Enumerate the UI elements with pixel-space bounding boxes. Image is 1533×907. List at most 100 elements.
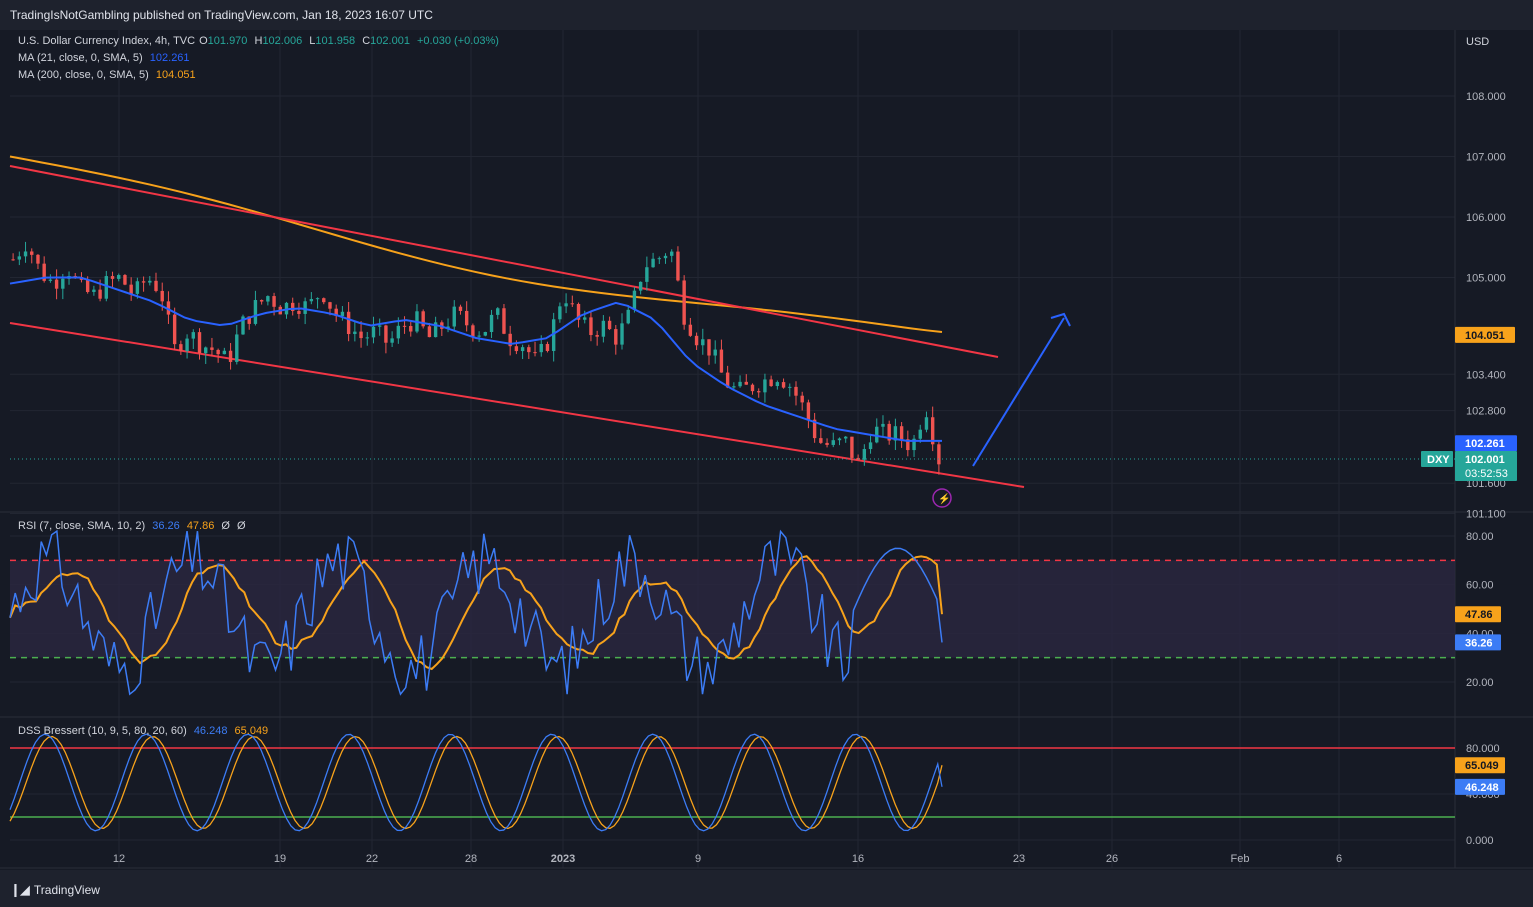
- candle-body: [452, 306, 456, 327]
- candle-body: [775, 382, 780, 387]
- candle-body: [520, 347, 525, 352]
- candle-body: [875, 426, 879, 443]
- grid-layer: [0, 30, 1533, 869]
- rsi-tick: 20.00: [1466, 677, 1494, 689]
- low-value: 101.958: [315, 35, 356, 47]
- axis-layer: USD 108.000 107.000 106.000 105.000 103.400 10…: [113, 36, 1517, 865]
- ma200-legend: MA (200, close, 0, SMA, 5) 104.051: [18, 69, 200, 81]
- dss-tick: 0.000: [1466, 835, 1494, 847]
- ma21-line: [9, 276, 942, 442]
- candle-body: [676, 251, 680, 281]
- rsi-ma-badge: 47.86: [1465, 609, 1493, 621]
- time-tick: Feb: [1231, 853, 1250, 865]
- candle-body: [937, 444, 941, 465]
- candle-body: [719, 349, 724, 373]
- rsi-ma-value: 47.86: [186, 520, 215, 532]
- publish-header: TradingIsNotGambling published on Tradin…: [0, 0, 1533, 30]
- price-pane: ⚡: [9, 155, 1455, 508]
- candle-body: [694, 335, 699, 346]
- candle-body: [85, 279, 90, 292]
- candle-body: [98, 289, 102, 299]
- ma21-legend: MA (21, close, 0, SMA, 5) 102.261: [18, 52, 194, 64]
- candle-body: [614, 329, 618, 345]
- candle-body: [92, 289, 96, 292]
- candle-body: [48, 279, 53, 281]
- change-value: +0.030 (+0.03%): [417, 35, 499, 47]
- candle-body: [315, 298, 320, 300]
- candle-body: [36, 254, 40, 264]
- price-legend: U.S. Dollar Currency Index, 4h, TVC O101.…: [18, 35, 499, 47]
- dss-signal-badge: 65.049: [1465, 760, 1499, 772]
- ma200-value: 104.051: [155, 69, 196, 81]
- candle-body: [620, 323, 624, 345]
- candle-body: [595, 335, 599, 337]
- dss-label: DSS Bressert (10, 9, 5, 80, 20, 60): [18, 725, 187, 737]
- rsi-pane: [9, 529, 1455, 696]
- candle-body: [61, 278, 65, 289]
- candle-body: [744, 381, 748, 385]
- candle-body: [309, 299, 314, 302]
- candle-body: [172, 314, 177, 345]
- chart-canvas[interactable]: ⚡ USD 108.000 107.000 106.000 105.000 103.400…: [0, 30, 1533, 870]
- dss-legend: DSS Bressert (10, 9, 5, 80, 20, 60) 46.2…: [18, 725, 272, 737]
- candle-body: [707, 339, 711, 356]
- dss-badge: 46.248: [1465, 782, 1499, 794]
- candle-body: [850, 436, 854, 458]
- candle-body: [409, 326, 413, 332]
- candle-body: [148, 280, 152, 283]
- candle-body: [197, 332, 202, 354]
- candle-body: [570, 303, 575, 305]
- footer: ❙◢ TradingView: [0, 870, 1533, 907]
- price-tick: 103.400: [1466, 369, 1506, 381]
- candle-body: [160, 290, 164, 302]
- candle-body: [427, 326, 432, 338]
- price-tick: 108.000: [1466, 91, 1506, 103]
- candle-body: [688, 324, 693, 336]
- candle-body: [185, 338, 189, 352]
- rsi-legend: RSI (7, close, SMA, 10, 2) 36.26 47.86 Ø…: [18, 520, 250, 532]
- candle-body: [682, 280, 686, 325]
- symbol-title: U.S. Dollar Currency Index, 4h, TVC: [18, 35, 196, 47]
- candle-body: [228, 350, 233, 362]
- ma200-badge: 104.051: [1465, 330, 1505, 342]
- time-tick: 26: [1106, 853, 1118, 865]
- price-currency-label: USD: [1466, 36, 1489, 48]
- candle-body: [713, 349, 717, 356]
- tradingview-logo-text: TradingView: [33, 883, 100, 897]
- candle-body: [558, 306, 562, 320]
- candle-body: [539, 343, 543, 353]
- rsi-label: RSI (7, close, SMA, 10, 2): [18, 520, 146, 532]
- time-tick: 2023: [551, 853, 575, 865]
- countdown-label: 03:52:53: [1465, 468, 1508, 480]
- price-tick: 101.100: [1466, 508, 1506, 520]
- ma21-badge: 102.261: [1465, 438, 1505, 450]
- dss-pane: [9, 733, 1455, 832]
- candle-body: [657, 258, 661, 260]
- candle-body: [527, 347, 531, 353]
- rsi-tick: 60.00: [1466, 580, 1494, 592]
- candle-body: [514, 346, 519, 352]
- time-tick: 23: [1013, 853, 1025, 865]
- candle-body: [30, 251, 34, 255]
- candle-body: [788, 386, 792, 388]
- candle-body: [110, 276, 115, 279]
- candle-body: [750, 384, 755, 392]
- price-tick: 106.000: [1466, 212, 1506, 224]
- time-tick: 22: [366, 853, 378, 865]
- candle-body: [489, 314, 494, 333]
- candle-body: [117, 275, 121, 279]
- candle-body: [154, 280, 158, 291]
- candle-body: [222, 350, 227, 355]
- price-tick: 102.800: [1466, 406, 1506, 418]
- close-value: 102.001: [370, 35, 410, 47]
- candle-body: [216, 349, 220, 355]
- dss-signal-value: 65.049: [234, 725, 269, 737]
- candle-body: [806, 402, 811, 420]
- time-tick: 19: [274, 853, 286, 865]
- candle-body: [545, 343, 550, 351]
- candle-body: [253, 300, 258, 324]
- candle-body: [918, 429, 922, 439]
- tradingview-logo[interactable]: ❙◢ TradingView: [10, 882, 100, 898]
- chart-frame[interactable]: ⚡ USD 108.000 107.000 106.000 105.000 103.400…: [0, 30, 1533, 870]
- candle-body: [589, 317, 593, 336]
